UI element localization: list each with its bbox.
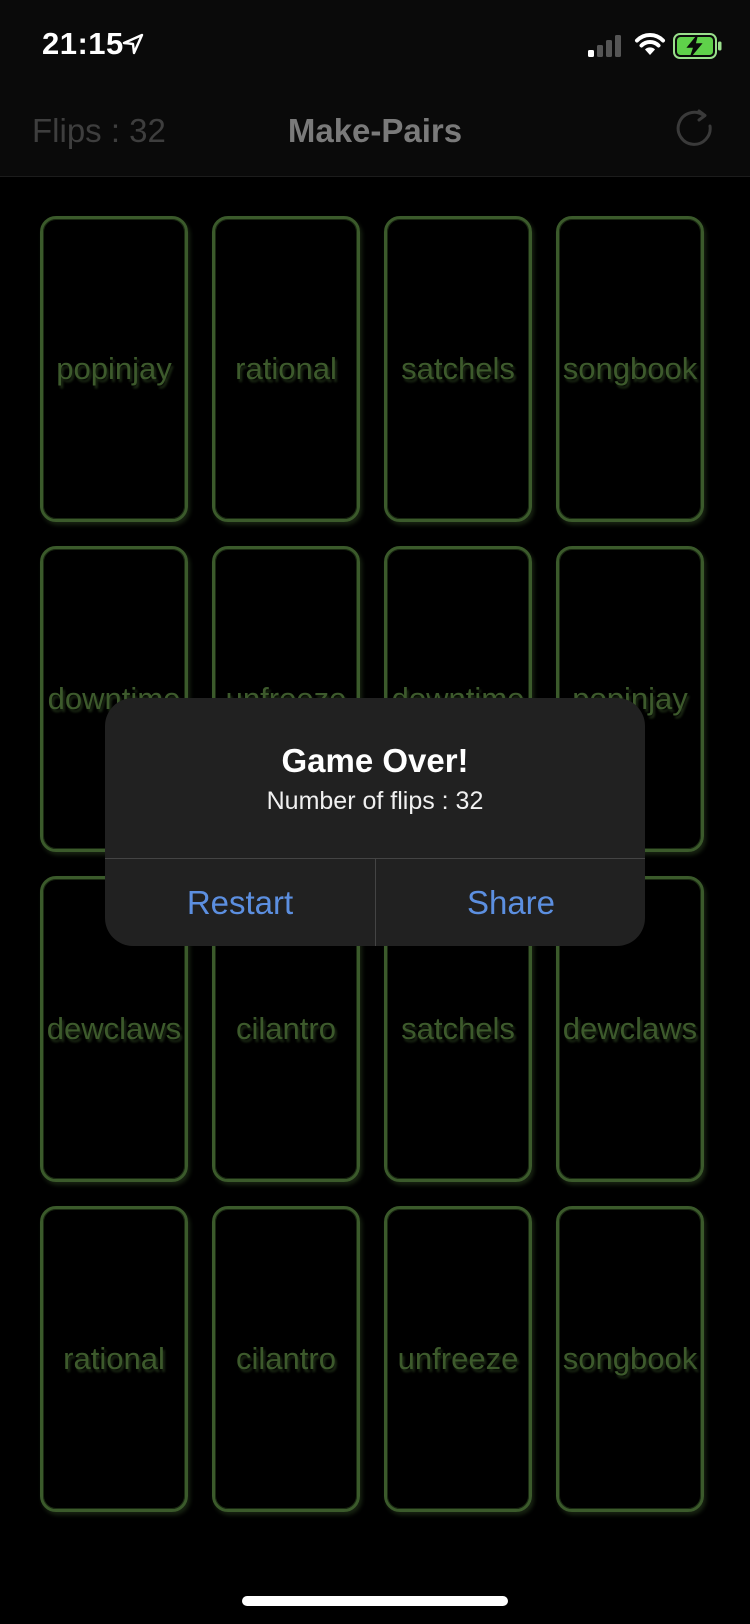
alert-message: Number of flips : 32	[266, 787, 484, 815]
home-indicator	[242, 1596, 508, 1606]
alert-title: Game Over!	[281, 742, 469, 779]
share-button[interactable]: Share	[376, 859, 645, 946]
game-over-alert: Game Over! Number of flips : 32 Restart …	[105, 698, 645, 946]
restart-button[interactable]: Restart	[105, 859, 375, 946]
